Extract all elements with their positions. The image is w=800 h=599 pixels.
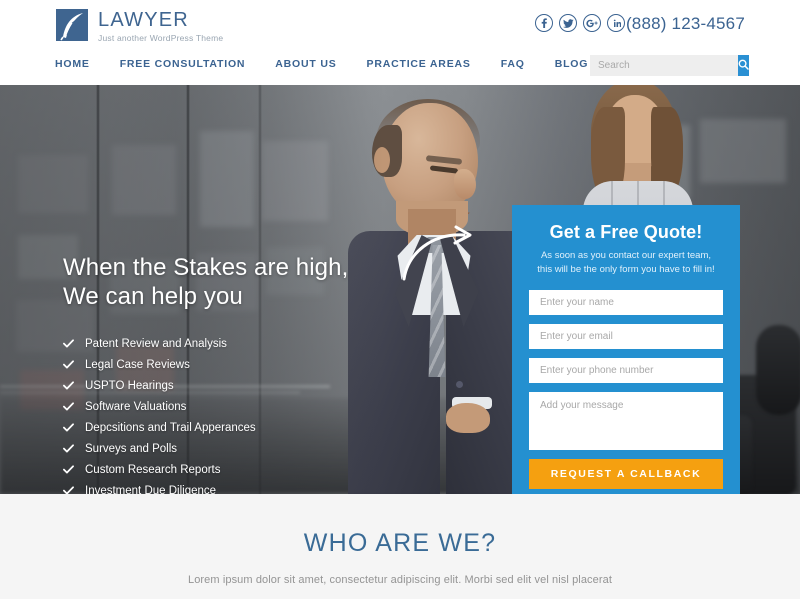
check-icon (63, 444, 74, 453)
brand-logo[interactable]: LAWYER Just another WordPress Theme (55, 8, 223, 44)
twitter-icon[interactable] (559, 14, 577, 32)
quote-subtitle-line2: this will be the only form you have to f… (537, 264, 715, 275)
check-icon (63, 465, 74, 474)
list-item-label: Investment Due Diligence (85, 485, 217, 494)
site-header: LAWYER Just another WordPress Theme (888… (0, 0, 800, 85)
brand-name: LAWYER (98, 9, 189, 31)
feather-quill-icon (55, 8, 89, 42)
nav-item-faq[interactable]: FAQ (486, 58, 540, 70)
list-item: Custom Research Reports (63, 461, 393, 479)
request-callback-button[interactable]: REQUEST A CALLBACK (529, 459, 723, 489)
list-item: Surveys and Polls (63, 440, 393, 458)
who-are-we-section: WHO ARE WE? Lorem ipsum dolor sit amet, … (0, 494, 800, 599)
quote-form-panel: Get a Free Quote! As soon as you contact… (512, 205, 740, 494)
google-plus-icon[interactable] (583, 14, 601, 32)
social-links (535, 14, 625, 32)
linkedin-icon[interactable] (607, 14, 625, 32)
list-item-label: Surveys and Polls (85, 443, 178, 455)
nav-item-home[interactable]: HOME (55, 58, 105, 70)
list-item: USPTO Hearings (63, 377, 393, 395)
section-subtitle: Lorem ipsum dolor sit amet, consectetur … (187, 574, 613, 586)
list-item-label: Depcsitions and Trail Apperances (85, 422, 256, 434)
hero-content: When the Stakes are high, We can help yo… (63, 253, 393, 494)
quote-form-subtitle: As soon as you contact our expert team, … (529, 249, 723, 277)
check-icon (63, 381, 74, 390)
name-field[interactable] (529, 290, 723, 315)
quote-form-title: Get a Free Quote! (549, 222, 703, 242)
check-icon (63, 402, 74, 411)
message-field[interactable] (529, 392, 723, 450)
nav-item-about-us[interactable]: ABOUT US (260, 58, 351, 70)
list-item: Depcsitions and Trail Apperances (63, 419, 393, 437)
list-item-label: Legal Case Reviews (85, 359, 190, 371)
list-item: Patent Review and Analysis (63, 335, 393, 353)
check-icon (63, 360, 74, 369)
facebook-icon[interactable] (535, 14, 553, 32)
section-title: WHO ARE WE? (303, 529, 497, 557)
list-item: Investment Due Diligence (63, 482, 393, 494)
list-item-label: USPTO Hearings (85, 380, 174, 392)
list-item-label: Patent Review and Analysis (85, 338, 227, 350)
search-input[interactable] (590, 55, 738, 76)
curved-arrow-right-icon (398, 213, 490, 288)
list-item: Software Valuations (63, 398, 393, 416)
phone-number[interactable]: (888) 123-4567 (626, 14, 745, 34)
hero-section: When the Stakes are high, We can help yo… (0, 85, 800, 494)
phone-field[interactable] (529, 358, 723, 383)
hero-title: When the Stakes are high, We can help yo… (63, 253, 393, 311)
list-item-label: Custom Research Reports (85, 464, 221, 476)
brand-tagline: Just another WordPress Theme (98, 33, 224, 43)
search-button[interactable] (738, 55, 749, 76)
nav-item-practice-areas[interactable]: PRACTICE AREAS (352, 58, 486, 70)
quote-subtitle-line1: As soon as you contact our expert team, (540, 250, 712, 261)
check-icon (63, 339, 74, 348)
list-item: Legal Case Reviews (63, 356, 393, 374)
search-box (590, 55, 749, 76)
search-icon (738, 58, 749, 73)
check-icon (63, 486, 74, 494)
email-field[interactable] (529, 324, 723, 349)
hero-title-line1: When the Stakes are high, (63, 254, 349, 281)
check-icon (63, 423, 74, 432)
list-item-label: Software Valuations (85, 401, 187, 413)
nav-item-free-consultation[interactable]: FREE CONSULTATION (105, 58, 261, 70)
hero-title-line2: We can help you (63, 283, 243, 310)
hero-service-list: Patent Review and Analysis Legal Case Re… (63, 335, 393, 494)
